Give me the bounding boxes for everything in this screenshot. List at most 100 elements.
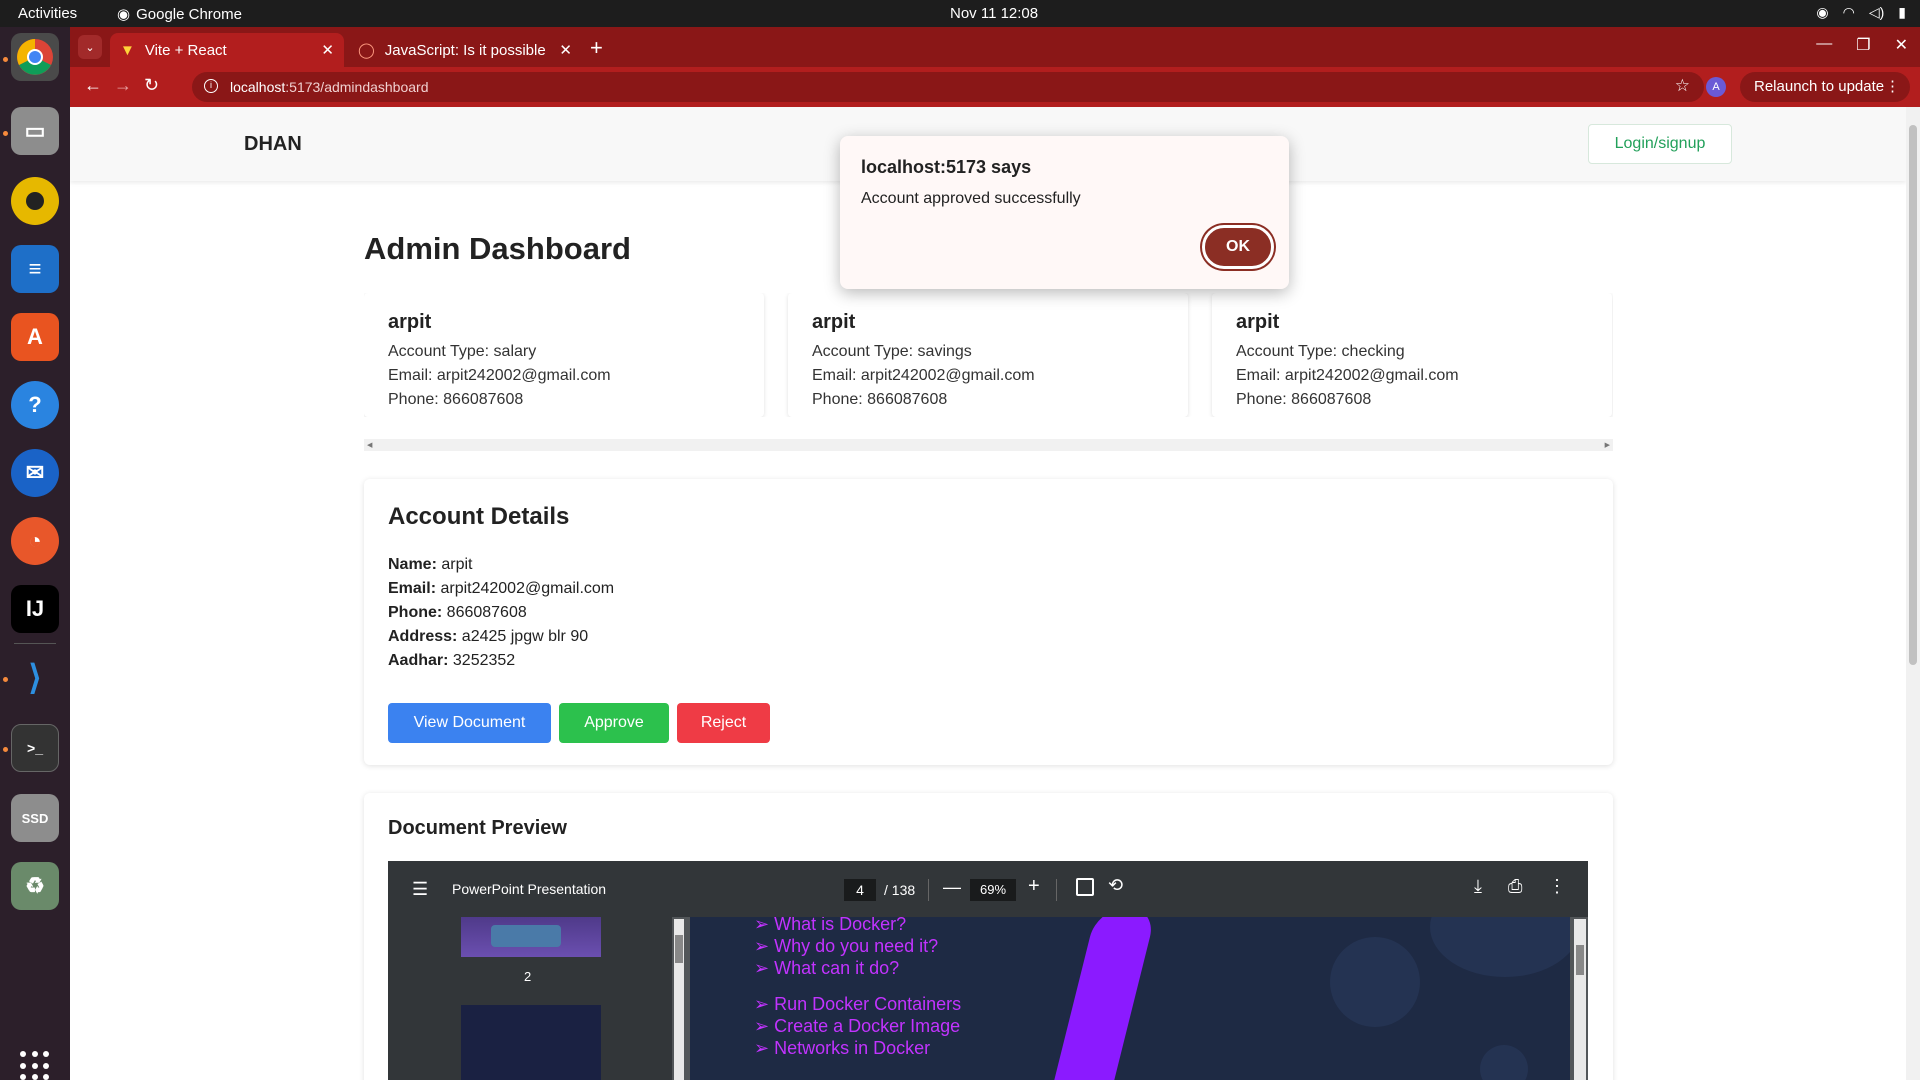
volume-icon[interactable]: ◁) <box>1869 4 1884 21</box>
files-icon[interactable]: ▭ <box>11 107 59 155</box>
activities-button[interactable]: Activities <box>18 5 77 22</box>
chrome-icon[interactable] <box>11 33 59 81</box>
page-thumbnail[interactable] <box>461 917 601 957</box>
pdf-viewer[interactable]: ☰ PowerPoint Presentation 4 / 138 — 69% … <box>388 861 1588 1080</box>
reload-icon[interactable]: ↻ <box>144 75 159 96</box>
terminal-icon[interactable]: >_ <box>11 724 59 772</box>
window-controls: — ❐ ✕ <box>1816 35 1908 55</box>
intellij-icon[interactable]: IJ <box>11 585 59 633</box>
page-scrollbar[interactable] <box>1906 107 1920 1080</box>
thunderbird-icon[interactable]: ✉ <box>11 449 59 497</box>
close-tab-icon[interactable]: ✕ <box>321 41 334 59</box>
toolbar-divider <box>1056 879 1057 901</box>
slide-bubble <box>1330 937 1420 1027</box>
active-app-menu[interactable]: ◉ Google Chrome <box>117 5 242 24</box>
rotate-icon[interactable]: ⟲ <box>1108 875 1123 896</box>
writer-icon[interactable]: ≡ <box>11 245 59 293</box>
fit-page-icon[interactable] <box>1076 878 1094 896</box>
detail-phone: Phone: 866087608 <box>388 604 527 621</box>
card-name: arpit <box>812 311 856 333</box>
slide-bullet: ➢ Create a Docker Image <box>754 1016 961 1036</box>
zoom-out-icon[interactable]: — <box>943 877 961 898</box>
profile-avatar[interactable]: A <box>1706 77 1726 97</box>
dock-separator <box>14 643 56 644</box>
clock[interactable]: Nov 11 12:08 <box>950 5 1038 22</box>
firefox-icon[interactable]: ◔ <box>11 517 59 565</box>
forward-icon[interactable]: → <box>114 75 132 96</box>
page-number-input[interactable]: 4 <box>844 879 876 901</box>
zoom-level-input[interactable]: 69% <box>970 879 1016 901</box>
tab-vite-react[interactable]: ▼ Vite + React ✕ <box>110 33 344 67</box>
running-indicator <box>3 747 8 752</box>
address-bar[interactable]: i localhost:5173/admindashboard ☆ <box>192 72 1704 102</box>
trash-icon[interactable]: ♻ <box>11 862 59 910</box>
toolbar-divider <box>928 879 929 901</box>
brand-logo[interactable]: DHAN <box>244 133 302 156</box>
site-info-icon[interactable]: i <box>204 79 218 93</box>
account-card[interactable]: arpit Account Type: salary Email: arpit2… <box>364 293 764 417</box>
horizontal-scrollbar[interactable]: ◀ ▶ <box>364 439 1613 451</box>
print-icon[interactable]: ⎙ <box>1508 876 1522 897</box>
account-card[interactable]: arpit Account Type: savings Email: arpit… <box>788 293 1188 417</box>
tab-title: JavaScript: Is it possible <box>384 41 546 59</box>
battery-icon[interactable]: ▮ <box>1898 4 1906 21</box>
account-card[interactable]: arpit Account Type: checking Email: arpi… <box>1212 293 1612 417</box>
ok-button[interactable]: OK <box>1202 225 1274 269</box>
help-icon[interactable]: ? <box>11 381 59 429</box>
view-document-button[interactable]: View Document <box>388 703 551 743</box>
download-icon[interactable]: ⤓ <box>1474 876 1482 897</box>
minimize-icon[interactable]: — <box>1816 35 1832 55</box>
card-email: Email: arpit242002@gmail.com <box>1236 367 1459 384</box>
running-indicator <box>3 131 8 136</box>
tab-strip: ⌄ ▼ Vite + React ✕ ◯ JavaScript: Is it p… <box>70 27 1920 67</box>
new-tab-button[interactable]: + <box>590 35 603 61</box>
bookmark-star-icon[interactable]: ☆ <box>1675 76 1690 96</box>
vscode-icon[interactable]: ⟩ <box>11 654 59 702</box>
wifi-icon[interactable]: ◠ <box>1843 4 1855 21</box>
slide-bubble <box>1430 917 1570 977</box>
approve-button[interactable]: Approve <box>559 703 669 743</box>
slide-bullet: ➢ Networks in Docker <box>754 1038 931 1058</box>
sidebar-scrollbar[interactable] <box>674 919 684 1080</box>
page-thumbnail[interactable] <box>461 1005 601 1080</box>
tab-search-button[interactable]: ⌄ <box>78 35 102 59</box>
rhythmbox-icon[interactable] <box>11 177 59 225</box>
card-email: Email: arpit242002@gmail.com <box>812 367 1035 384</box>
dock: ▭ ≡ A ? ✉ ◔ IJ ⟩ >_ SSD ♻ <box>0 27 70 1080</box>
more-options-icon[interactable]: ⋮ <box>1548 876 1566 897</box>
url-host: localhost <box>230 79 286 95</box>
pending-accounts-row[interactable]: arpit Account Type: salary Email: arpit2… <box>364 293 1613 417</box>
system-tray[interactable]: ◉ ◠ ◁) ▮ <box>1816 4 1906 21</box>
chrome-small-icon: ◉ <box>117 6 131 23</box>
login-signup-button[interactable]: Login/signup <box>1588 124 1732 164</box>
relaunch-button[interactable]: Relaunch to update ⋮ <box>1740 72 1910 102</box>
system-top-bar: Activities ◉ Google Chrome Nov 11 12:08 … <box>0 0 1920 27</box>
app-center-icon[interactable]: A <box>11 313 59 361</box>
card-name: arpit <box>1236 311 1280 333</box>
reject-button[interactable]: Reject <box>677 703 770 743</box>
document-preview-heading: Document Preview <box>388 817 567 839</box>
pdf-scrollbar[interactable] <box>1574 919 1586 1080</box>
ssd-drive-icon[interactable]: SSD <box>11 794 59 842</box>
chrome-tray-icon[interactable]: ◉ <box>1816 4 1828 21</box>
running-indicator <box>3 677 8 682</box>
tab-title: Vite + React <box>144 41 227 59</box>
zoom-in-icon[interactable]: + <box>1028 875 1040 898</box>
back-icon[interactable]: ← <box>84 75 102 96</box>
dialog-message: Account approved successfully <box>861 190 1081 207</box>
slide-bullet: ➢ What is Docker? <box>754 917 907 934</box>
scroll-left-icon[interactable]: ◀ <box>367 441 372 449</box>
maximize-icon[interactable]: ❐ <box>1856 35 1870 55</box>
hamburger-menu-icon[interactable]: ☰ <box>412 879 428 900</box>
slide-page: ➢ What is Docker? ➢ Why do you need it? … <box>690 917 1570 1080</box>
card-account-type: Account Type: savings <box>812 343 972 360</box>
detail-address: Address: a2425 jpgw blr 90 <box>388 628 589 645</box>
scroll-right-icon[interactable]: ▶ <box>1605 441 1610 449</box>
thumbnail-sidebar[interactable]: 2 <box>388 917 672 1080</box>
slide-bullet: ➢ Why do you need it? <box>754 936 939 956</box>
show-apps-icon[interactable] <box>20 1051 50 1080</box>
close-window-icon[interactable]: ✕ <box>1895 35 1908 55</box>
slide-bubble <box>1480 1045 1528 1080</box>
tab-javascript-question[interactable]: ◯ JavaScript: Is it possible ✕ <box>348 33 582 67</box>
close-tab-icon[interactable]: ✕ <box>559 41 572 59</box>
